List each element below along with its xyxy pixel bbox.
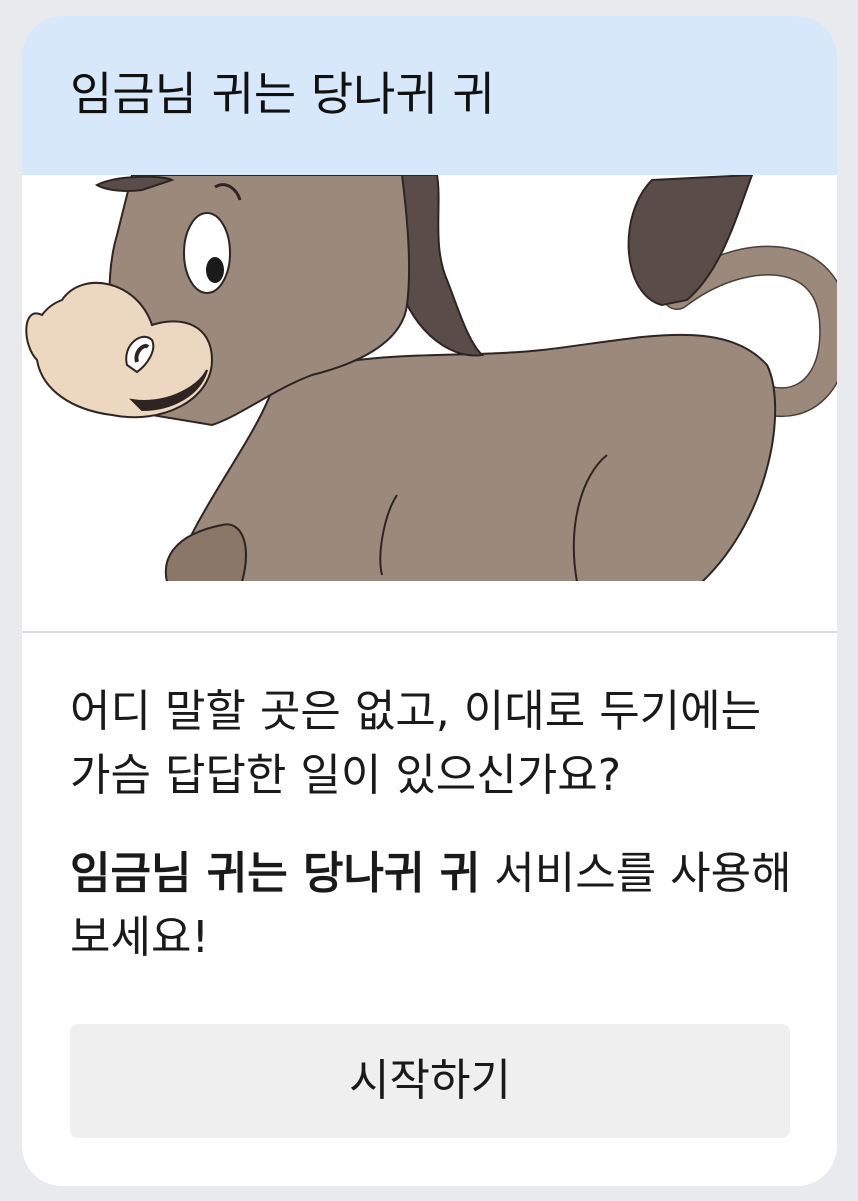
intro-text: 어디 말할 곳은 없고, 이대로 두기에는 가슴 답답한 일이 있으신가요? — [70, 686, 762, 801]
service-name: 임금님 귀는 당나귀 귀 — [70, 848, 481, 899]
section-divider — [22, 631, 837, 633]
service-card: 임금님 귀는 당나귀 귀 어디 말할 곳은 없고, 이대로 두기에는 가슴 답답… — [22, 16, 837, 1186]
card-header: 임금님 귀는 당나귀 귀 — [22, 16, 837, 175]
card-title: 임금님 귀는 당나귀 귀 — [70, 67, 495, 121]
donkey-illustration — [22, 175, 837, 582]
start-button[interactable]: 시작하기 — [70, 1024, 790, 1138]
promo-text: 임금님 귀는 당나귀 귀 서비스를 사용해보세요! — [70, 842, 800, 970]
